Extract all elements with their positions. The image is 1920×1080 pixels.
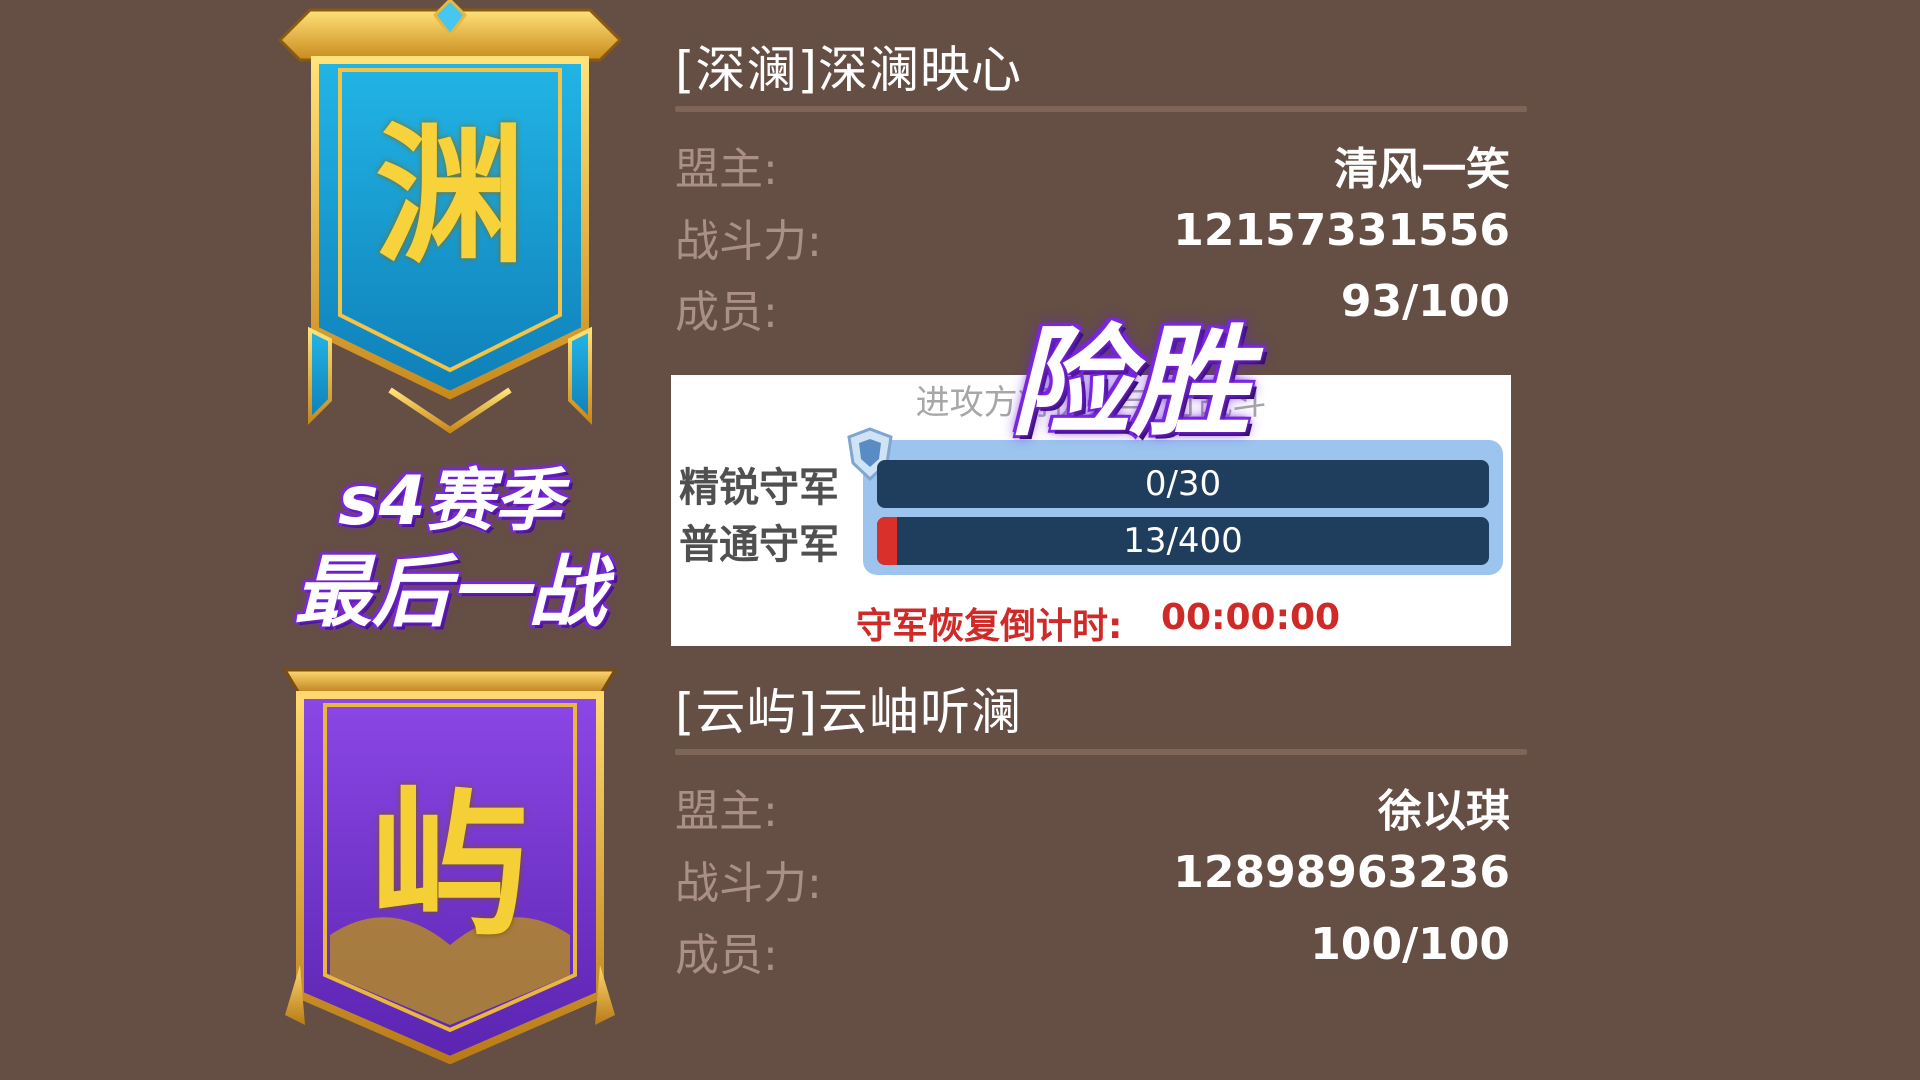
attacker-leader-row: 盟主: 徐以琪 [675, 775, 1510, 837]
power-value: 12898963236 [1173, 847, 1510, 898]
members-value: 93/100 [1340, 276, 1510, 327]
defender-alliance-name: [深澜]深澜映心 [675, 41, 1023, 99]
attacker-emblem: 屿 [369, 771, 530, 958]
leader-value: 清风一笑 [1334, 144, 1510, 195]
battle-result: 险胜 [1010, 314, 1250, 453]
attacker-divider [675, 749, 1527, 755]
members-label: 成员: [675, 930, 778, 981]
season-subtitle: 最后一战 [293, 548, 606, 638]
normal-guard-bar: 13/400 [877, 517, 1489, 565]
defender-leader-row: 盟主: 清风一笑 [675, 133, 1510, 195]
defender-banner: 渊 [270, 0, 630, 440]
leader-value: 徐以琪 [1378, 786, 1510, 837]
members-value: 100/100 [1310, 919, 1510, 970]
normal-guard-label: 普通守军 [679, 522, 839, 568]
countdown-value: 00:00:00 [1161, 597, 1341, 638]
leader-label: 盟主: [675, 144, 778, 195]
members-label: 成员: [675, 287, 778, 338]
normal-guard-count: 13/400 [1123, 521, 1243, 561]
elite-guard-label: 精锐守军 [679, 465, 839, 511]
power-label: 战斗力: [675, 216, 822, 267]
elite-guard-count: 0/30 [1144, 464, 1222, 504]
attacker-banner: 屿 [280, 665, 620, 1065]
power-label: 战斗力: [675, 858, 822, 909]
attacker-power-row: 战斗力: 12898963236 [675, 847, 1510, 909]
power-value: 12157331556 [1173, 205, 1510, 256]
defender-power-row: 战斗力: 12157331556 [675, 205, 1510, 267]
defender-emblem: 渊 [374, 110, 525, 284]
leader-label: 盟主: [675, 786, 778, 837]
elite-guard-bar: 0/30 [877, 460, 1489, 508]
attacker-members-row: 成员: 100/100 [675, 919, 1510, 981]
attacker-alliance-name: [云屿]云岫听澜 [675, 683, 1023, 741]
countdown-label: 守军恢复倒计时: [856, 606, 1123, 647]
defender-divider [675, 106, 1527, 112]
